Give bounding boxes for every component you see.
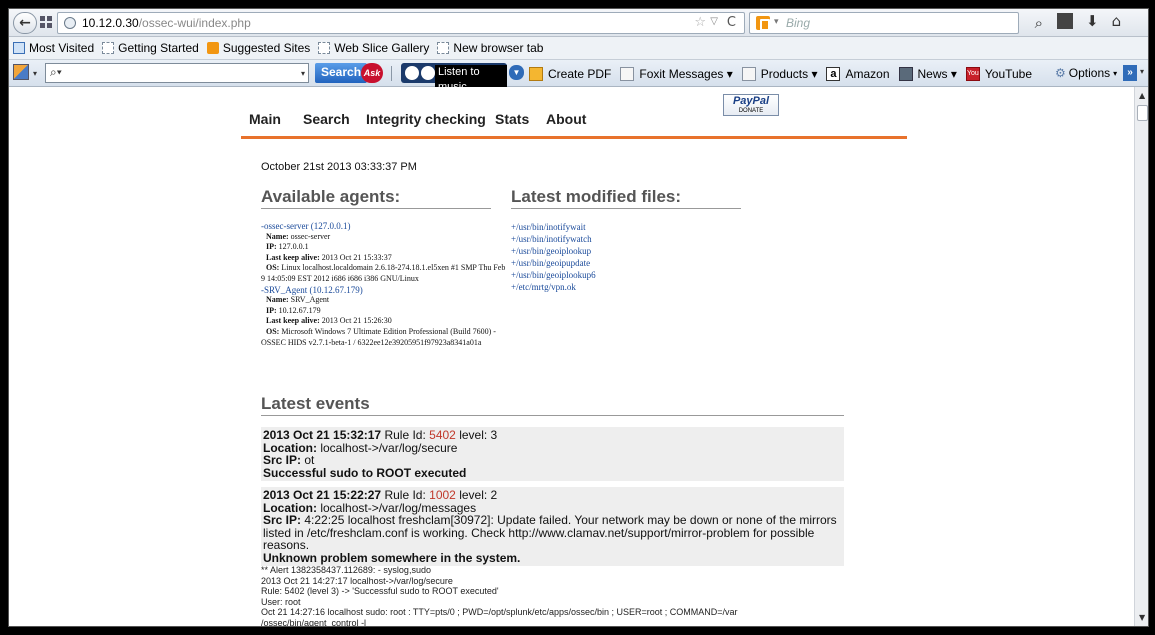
file-link[interactable]: +/usr/bin/inotifywait — [511, 221, 596, 233]
bookmark-new-browser-tab[interactable]: New browser tab — [437, 41, 543, 55]
agent-link[interactable]: -ossec-server (127.0.0.1) — [261, 221, 511, 232]
ask-logo-icon[interactable]: Ask — [361, 63, 383, 83]
options-menu[interactable]: ⚙ Options ▾ — [1055, 66, 1117, 80]
products-menu[interactable]: Products ▾ — [741, 66, 817, 81]
pdf-icon — [529, 66, 543, 81]
search-icon: ⌕▾ — [50, 65, 62, 79]
products-icon — [741, 66, 756, 81]
tab-stats[interactable]: Stats — [495, 111, 529, 127]
ossec-page: Main Search Integrity checking Stats Abo… — [241, 87, 907, 627]
back-button[interactable]: ← — [13, 12, 37, 34]
downloads-icon[interactable]: ⬇ — [1086, 12, 1099, 30]
timestamp: October 21st 2013 03:33:37 PM — [261, 161, 417, 173]
panorama-icon[interactable] — [40, 16, 53, 28]
reload-icon[interactable]: C — [727, 15, 736, 30]
pencil-icon[interactable] — [13, 64, 29, 80]
youtube-button[interactable]: You YouTube — [965, 66, 1032, 81]
tab-integrity-checking[interactable]: Integrity checking — [366, 111, 486, 127]
amazon-button[interactable]: a Amazon — [826, 66, 890, 81]
file-link[interactable]: +/usr/bin/inotifywatch — [511, 233, 596, 245]
news-icon — [898, 66, 913, 81]
volume-icon[interactable] — [421, 66, 435, 80]
file-link[interactable]: +/etc/mrtg/vpn.ok — [511, 281, 596, 293]
chevron-down-icon[interactable]: ▾ — [301, 69, 305, 78]
bookmark-suggested-sites[interactable]: Suggested Sites — [206, 41, 310, 55]
scroll-thumb[interactable] — [1137, 105, 1148, 121]
youtube-icon: You — [965, 66, 980, 81]
foxit-icon — [620, 66, 635, 81]
agent-link[interactable]: -SRV_Agent (10.12.67.179) — [261, 285, 511, 296]
address-bar[interactable]: 10.12.0.30/ossec-wui/index.php ☆ ▽ C — [57, 12, 745, 34]
event-item: 2013 Oct 21 15:22:27 Rule Id: 1002 level… — [261, 487, 844, 566]
play-icon[interactable] — [405, 66, 419, 80]
paypal-donate-button[interactable]: PayPal DONATE — [723, 94, 779, 116]
file-link[interactable]: +/usr/bin/geoipupdate — [511, 257, 596, 269]
search-icon[interactable]: ⌕ — [1035, 14, 1043, 32]
suggested-sites-icon — [206, 42, 219, 54]
navigation-bar: ← 10.12.0.30/ossec-wui/index.php ☆ ▽ C ▾… — [9, 9, 1148, 37]
bookmark-star-icon[interactable]: ☆ — [694, 15, 706, 30]
vertical-scrollbar[interactable]: ▲ ▼ — [1134, 87, 1148, 626]
nav-right-buttons: ⬇ ⌂ — [1057, 12, 1121, 30]
events-heading: Latest events — [261, 394, 844, 416]
agents-heading: Available agents: — [261, 187, 491, 209]
search-placeholder[interactable]: Bing — [786, 16, 810, 30]
agent-entry: -SRV_Agent (10.12.67.179) Name: SRV_Agen… — [261, 285, 511, 349]
scroll-down-icon[interactable]: ▼ — [1139, 613, 1145, 622]
bookmark-most-visited[interactable]: Most Visited — [13, 41, 94, 55]
files-heading: Latest modified files: — [511, 187, 741, 209]
tab-search[interactable]: Search — [303, 111, 350, 127]
engine-dropdown-icon[interactable]: ▾ — [774, 17, 779, 27]
foxit-messages-menu[interactable]: Foxit Messages ▾ — [620, 66, 733, 81]
file-link[interactable]: +/usr/bin/geoiplookup6 — [511, 269, 596, 281]
ie-icon — [13, 42, 25, 54]
bookmarks-menu-icon[interactable] — [1057, 13, 1073, 29]
chevron-down-icon[interactable]: ▼ — [509, 65, 524, 80]
bing-icon[interactable] — [756, 16, 770, 31]
chevron-down-icon: ▾ — [1113, 68, 1118, 78]
chevron-down-icon[interactable]: ▾ — [33, 69, 37, 78]
history-dropdown-icon[interactable]: ▽ — [710, 16, 718, 27]
event-item: 2013 Oct 21 15:32:17 Rule Id: 5402 level… — [261, 427, 844, 481]
bookmarks-bar: Most Visited Getting Started Suggested S… — [9, 37, 1148, 60]
chevron-down-icon[interactable]: ▾ — [1140, 67, 1144, 76]
agent-entry: -ossec-server (127.0.0.1) Name: ossec-se… — [261, 221, 511, 285]
browser-window: ← 10.12.0.30/ossec-wui/index.php ☆ ▽ C ▾… — [8, 8, 1149, 627]
music-player[interactable]: Listen to music — [401, 63, 507, 95]
page-viewport: Main Search Integrity checking Stats Abo… — [9, 87, 1134, 627]
files-list: +/usr/bin/inotifywait +/usr/bin/inotifyw… — [511, 221, 596, 293]
bookmark-icon — [318, 42, 331, 54]
search-engine-box[interactable]: ▾ Bing ⌕ — [749, 12, 1043, 34]
gear-icon: ⚙ — [1055, 66, 1066, 80]
file-link[interactable]: +/usr/bin/geoiplookup — [511, 245, 596, 257]
agents-list: -ossec-server (127.0.0.1) Name: ossec-se… — [261, 221, 511, 348]
bookmark-icon — [437, 42, 450, 54]
scroll-up-icon[interactable]: ▲ — [1139, 91, 1145, 100]
globe-icon — [64, 17, 76, 29]
create-pdf-button[interactable]: Create PDF — [529, 66, 611, 81]
toolbar-search-input[interactable]: ⌕▾ — [45, 63, 309, 83]
back-arrow-icon: ← — [19, 15, 31, 31]
url-text[interactable]: 10.12.0.30/ossec-wui/index.php — [82, 16, 251, 30]
raw-alert-log: ** Alert 1382358437.112689: - syslog,sud… — [261, 565, 738, 627]
tab-about[interactable]: About — [546, 111, 586, 127]
toolbar-separator — [391, 66, 392, 81]
addon-toolbar: ▾ ⌕▾ ▾ Search Ask Listen to music ▼ Crea… — [9, 60, 1148, 95]
tab-main[interactable]: Main — [249, 111, 281, 127]
search-button[interactable]: Search — [315, 63, 368, 83]
home-icon[interactable]: ⌂ — [1112, 12, 1122, 30]
bookmark-icon — [102, 42, 115, 54]
toolbar-items: Create PDF Foxit Messages ▾ Products ▾ a… — [529, 60, 1041, 87]
news-menu[interactable]: News ▾ — [898, 66, 957, 81]
bookmark-getting-started[interactable]: Getting Started — [102, 41, 199, 55]
bookmark-web-slice-gallery[interactable]: Web Slice Gallery — [318, 41, 429, 55]
amazon-icon: a — [826, 66, 841, 81]
main-nav: Main Search Integrity checking Stats Abo… — [241, 87, 907, 139]
overflow-chevron-icon[interactable]: » — [1123, 65, 1137, 81]
